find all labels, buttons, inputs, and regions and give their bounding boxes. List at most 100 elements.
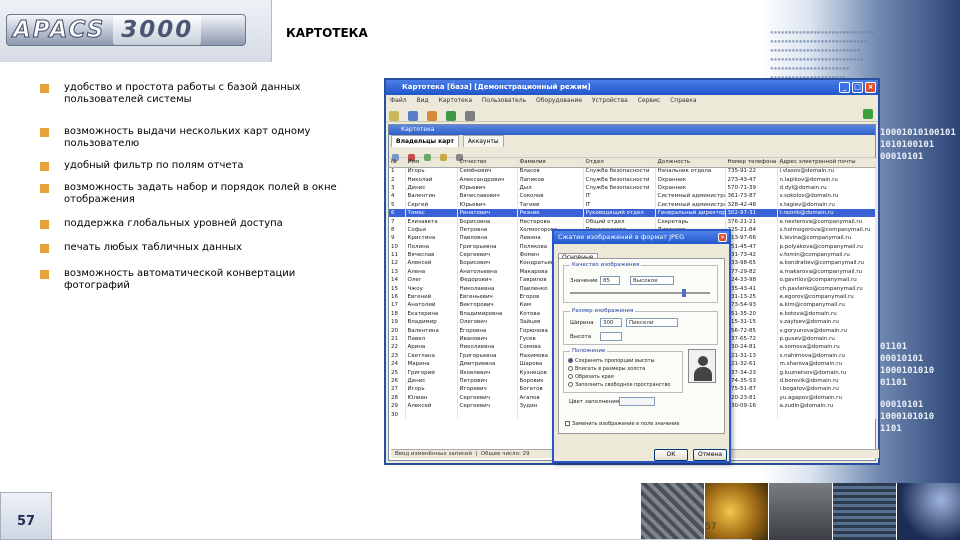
- table-cell: 713-97-66: [725, 234, 778, 243]
- feature-list: удобство и простота работы с базой данны…: [40, 82, 340, 298]
- menu-user[interactable]: Пользователь: [482, 97, 526, 104]
- menu-service[interactable]: Сервис: [638, 97, 660, 104]
- table-cell: Алексей: [405, 259, 458, 268]
- edit-icon[interactable]: [424, 154, 432, 161]
- table-cell: 22: [389, 343, 406, 352]
- table-cell: Владимировна: [457, 309, 518, 319]
- column-header[interactable]: Адрес электронной почты: [777, 158, 876, 168]
- tab-accounts[interactable]: Аккаунты: [462, 135, 504, 147]
- logo-number: 3000: [113, 15, 202, 45]
- table-cell: 231-73-42: [725, 250, 778, 260]
- width-label: Ширина: [570, 320, 594, 326]
- table-cell: Полина: [405, 242, 458, 251]
- column-header[interactable]: Номер телефона: [725, 158, 778, 168]
- radio-fill[interactable]: Заполнить свободное пространство: [568, 382, 670, 388]
- table-cell: 337-34-23: [725, 368, 778, 377]
- maximize-button[interactable]: □: [852, 82, 863, 93]
- settings-icon[interactable]: [465, 111, 476, 121]
- replace-image-checkbox[interactable]: Заменить изображение в поле значение: [565, 421, 679, 427]
- quality-slider[interactable]: [570, 289, 710, 297]
- table-row[interactable]: 4 Валентин Вячеславович Соколов IT Системный …: [389, 192, 876, 201]
- jpeg-compression-dialog: Сжатие изображений в формат JPEG× Основн…: [552, 229, 731, 463]
- save-icon[interactable]: [408, 111, 419, 121]
- window-titlebar[interactable]: Картотека [база] [Демонстрационный режим…: [386, 80, 878, 95]
- dialog-titlebar[interactable]: Сжатие изображений в формат JPEG ×: [554, 231, 729, 244]
- table-cell: Ринатович: [457, 208, 518, 218]
- column-header[interactable]: Должность: [655, 158, 726, 168]
- dialog-panel: Качество изображения Значение 85 Высокое…: [558, 258, 725, 434]
- table-cell: 730-24-81: [725, 343, 778, 352]
- table-row[interactable]: 3 Денис Юрьевич Дыл Служба безопасности Охран…: [389, 183, 876, 193]
- radio-keep-proportions[interactable]: Сохранять пропорции высоты: [568, 358, 655, 364]
- table-cell: 25: [389, 368, 406, 377]
- table-cell: Охранник: [655, 175, 726, 184]
- logo-text: APACS: [12, 17, 106, 44]
- filter-icon[interactable]: [440, 154, 448, 161]
- table-cell: Марина: [405, 359, 458, 369]
- quality-input[interactable]: 85: [600, 276, 620, 285]
- folder-icon[interactable]: [389, 111, 399, 121]
- feature-item: возможность выдачи нескольких карт одном…: [40, 126, 340, 160]
- table-cell: Сергеевич: [457, 393, 518, 402]
- menu-cardfile[interactable]: Картотека: [439, 97, 472, 104]
- globe-photo: [896, 483, 960, 540]
- height-input[interactable]: [600, 332, 622, 341]
- size-group: Размер изображения Ширина 300 Пиксели Вы…: [563, 308, 718, 345]
- slider-handle[interactable]: [682, 289, 686, 297]
- table-cell: Денис: [405, 183, 458, 193]
- menu-file[interactable]: Файл: [390, 97, 407, 104]
- page-title: КАРТОТЕКА: [286, 26, 368, 40]
- table-cell: Вячеславович: [457, 192, 518, 201]
- refresh-icon[interactable]: [446, 111, 457, 121]
- column-header[interactable]: Отчество: [457, 158, 518, 168]
- table-row[interactable]: 1 Игорь Семёнович Власов Служба безопасности…: [389, 167, 876, 176]
- table-cell: 7: [389, 217, 406, 226]
- ok-button[interactable]: ОК: [654, 449, 688, 461]
- table-cell: 302-97-31: [725, 208, 778, 218]
- color-picker[interactable]: [619, 397, 655, 406]
- menu-view[interactable]: Вид: [417, 97, 429, 104]
- dialog-close-button[interactable]: ×: [718, 233, 727, 242]
- table-cell: 375-51-87: [725, 385, 778, 394]
- width-input[interactable]: 300: [600, 318, 622, 327]
- table-cell: Иванович: [457, 334, 518, 344]
- unit-select[interactable]: Пиксели: [626, 318, 678, 327]
- menu-devices[interactable]: Устройства: [592, 97, 628, 104]
- table-cell: Генеральный директор: [655, 208, 726, 218]
- table-row[interactable]: 6 Томас Ринатович Резник Руководящий отдел Ге…: [389, 208, 876, 218]
- table-row[interactable]: 5 Сергей Юрьевич Тагиев IT Системный админист…: [389, 200, 876, 209]
- table-cell: Томас: [405, 208, 458, 218]
- table-cell: v.fomin@companymail.ru: [777, 250, 876, 260]
- table-row[interactable]: 2 Николай Александрович Лапиков Служба безоп…: [389, 175, 876, 184]
- table-row[interactable]: 7 Елизавета Борисовна Нестерова Общий отдел С…: [389, 217, 876, 226]
- table-cell: a.somova@domain.ru: [777, 343, 876, 352]
- print-icon[interactable]: [427, 111, 438, 121]
- column-header[interactable]: Фамилия: [517, 158, 584, 168]
- table-cell: 3: [389, 183, 406, 193]
- menu-help[interactable]: Справка: [670, 97, 696, 104]
- table-cell: Евгеньевич: [457, 292, 518, 302]
- table-cell: ch.pavlenko@companymail.ru: [777, 284, 876, 293]
- binary-line: 1000101010: [880, 412, 935, 422]
- table-cell: 331-13-25: [725, 292, 778, 302]
- radio-fit-canvas[interactable]: Вписать в размеры холста: [568, 366, 645, 372]
- table-cell: 570-71-39: [725, 183, 778, 193]
- table-cell: 377-29-82: [725, 267, 778, 277]
- menu-equipment[interactable]: Оборудование: [536, 97, 582, 104]
- table-cell: Николаевна: [457, 343, 518, 352]
- table-cell: d.dyl@domain.ru: [777, 183, 876, 193]
- table-cell: 324-33-98: [725, 276, 778, 285]
- cancel-button[interactable]: Отмена: [693, 449, 727, 461]
- feature-text: поддержка глобальных уровней доступа: [64, 218, 283, 229]
- column-header[interactable]: Отдел: [583, 158, 656, 168]
- table-cell: 351-35-20: [725, 309, 778, 319]
- minimize-button[interactable]: _: [839, 82, 850, 93]
- table-cell: 10: [389, 242, 406, 251]
- close-button[interactable]: ×: [865, 82, 876, 93]
- table-cell: Игоревич: [457, 385, 518, 394]
- person-body: [694, 367, 712, 381]
- radio-crop[interactable]: Обрезать края: [568, 374, 614, 380]
- table-cell: Анатолий: [405, 301, 458, 310]
- table-cell: Яковлевич: [457, 368, 518, 377]
- quality-select[interactable]: Высокое: [630, 276, 674, 285]
